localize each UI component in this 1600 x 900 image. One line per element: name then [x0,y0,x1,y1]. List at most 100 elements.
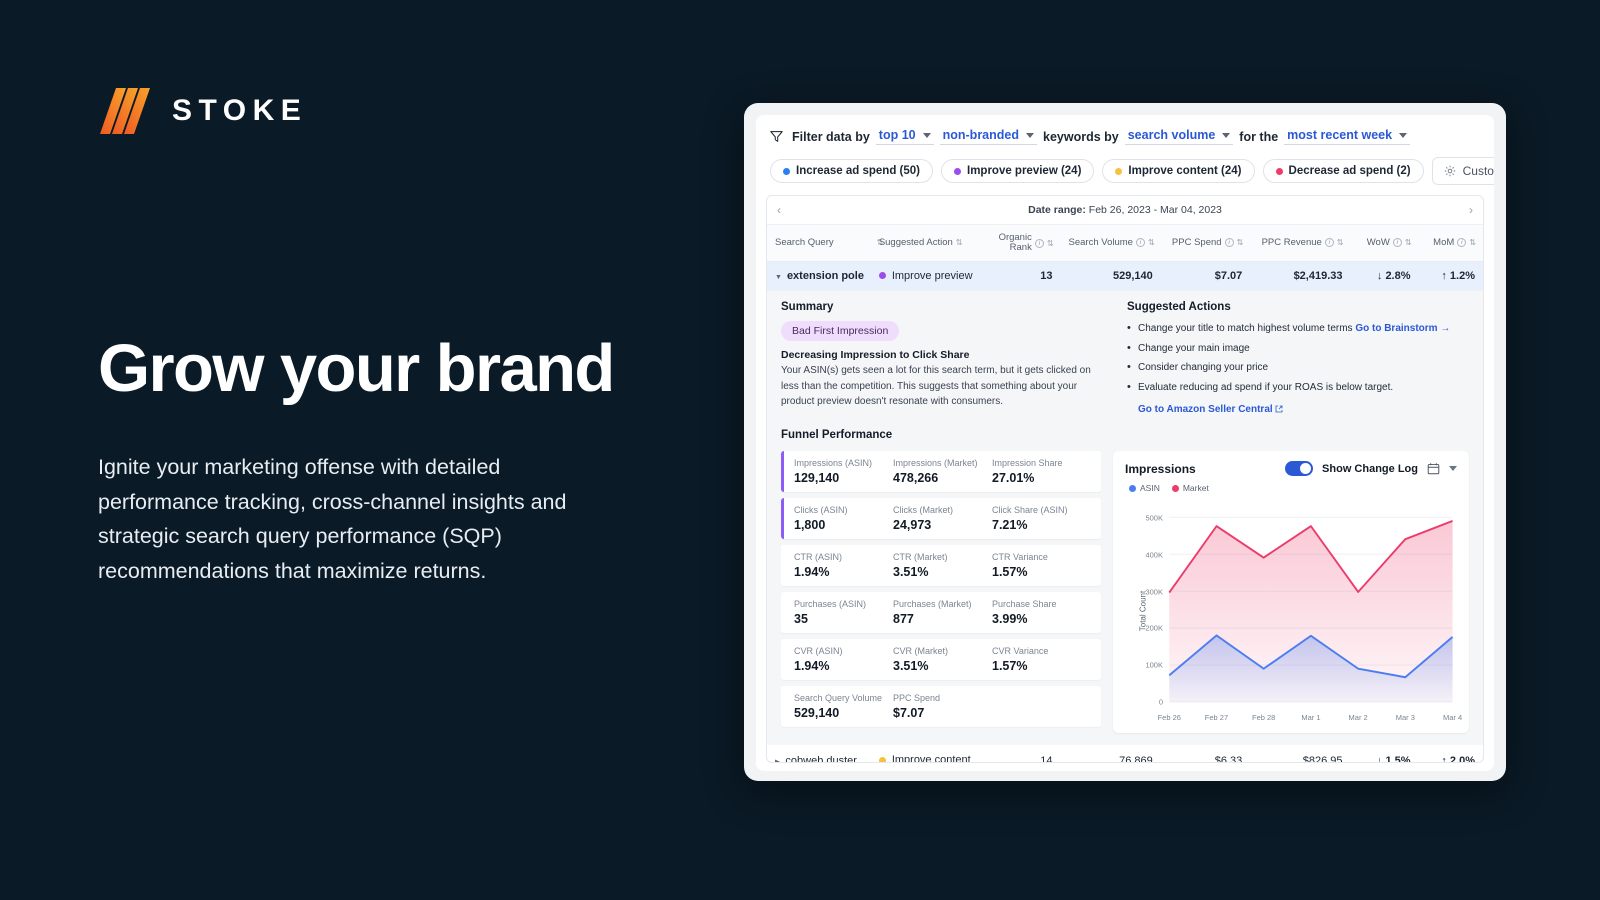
chip-decrease-ad-spend[interactable]: Decrease ad spend (2) [1262,159,1424,183]
legend-item-asin: ASIN [1129,483,1160,493]
status-dot [878,756,886,762]
wow-value: 1.5% [1385,754,1411,763]
sort-icon[interactable]: ⇅ [956,238,963,247]
metric-cell: CVR Variance 1.57% [992,646,1091,673]
suggested-actions-heading: Suggested Actions [1127,301,1231,314]
metric-label: Clicks (ASIN) [794,505,848,516]
metric-value: 1.94% [794,565,830,580]
chevron-down-icon[interactable] [1449,466,1457,472]
metric-label: CTR Variance [992,552,1048,563]
show-change-log-toggle[interactable] [1285,461,1314,477]
filter-select-branded[interactable]: non-branded [939,128,1037,145]
customize-button[interactable]: Customize [1431,157,1494,185]
app-window: Filter data by top 10 non-branded keywor… [744,103,1506,781]
info-icon[interactable]: i [1457,238,1467,248]
list-item: Consider changing your price [1127,359,1469,376]
metric-value: 27.01% [992,471,1035,486]
metric-label: Impressions (ASIN) [794,458,873,469]
column-header-suggested-action[interactable]: Suggested Action ⇅ [870,225,982,262]
cell-search-query[interactable]: ▶ cobweb duster [767,745,871,763]
legend-item-market: Market [1171,483,1209,493]
chart-title: Impressions [1125,461,1196,476]
column-label: PPC Spend [1171,237,1222,249]
sort-icon[interactable]: ⇅ [1405,238,1412,247]
table-header-row: Search Query ⇅ Suggested Action ⇅ Organi… [767,225,1483,262]
info-icon[interactable]: i [1324,238,1334,248]
column-header-organic-rank[interactable]: Organic Rank i ⇅ [981,225,1061,262]
status-dot [878,272,886,280]
metric-label: CVR Variance [992,646,1049,657]
chip-improve-content[interactable]: Improve content (24) [1102,159,1255,183]
funnel-icon [770,130,783,143]
go-to-seller-central-link[interactable]: Go to Amazon Seller Central [1138,404,1283,415]
calendar-icon[interactable] [1427,462,1440,475]
metric-label: Click Share (ASIN) [992,505,1068,516]
expand-triangle-icon[interactable]: ▼ [775,274,782,281]
metric-label: CVR (Market) [893,646,949,657]
chart-plot-area: Total Count 0 100K 200K 300K 400K 500K F… [1125,495,1462,727]
info-icon[interactable]: i [1224,238,1234,248]
column-header-mom[interactable]: MoM i ⇅ [1418,225,1483,262]
column-header-ppc-spend[interactable]: PPC Spend i ⇅ [1160,225,1251,262]
summary-badge: Bad First Impression [781,321,900,342]
filter-select-period[interactable]: most recent week [1284,128,1411,145]
info-icon[interactable]: i [1135,238,1145,248]
go-to-brainstorm-link[interactable]: Go to Brainstorm → [1355,323,1450,334]
date-range-bar: ‹ Date range: Feb 26, 2023 - Mar 04, 202… [767,196,1483,225]
cell-search-volume: 529,140 [1060,261,1161,292]
metric-cell-empty [992,693,1091,720]
impressions-chart-card: Impressions Show Change Log ASIN Market … [1113,451,1469,734]
metric-cell: Search Query Volume 529,140 [794,693,893,720]
column-header-search-query[interactable]: Search Query ⇅ [767,225,883,262]
funnel-card-clicks: Clicks (ASIN) 1,800 Clicks (Market) 24,973… [781,498,1101,540]
metric-label: PPC Spend [893,693,941,704]
x-axis-tick: Mar 2 [1348,713,1368,723]
metric-label: CTR (ASIN) [794,552,842,563]
info-icon[interactable]: i [1392,238,1402,248]
summary-body: Your ASIN(s) gets seen a lot for this se… [781,365,1091,408]
cell-ppc-revenue: $826.95 [1250,745,1351,762]
toggle-label: Show Change Log [1322,462,1418,475]
x-axis-tick: Feb 27 [1204,713,1229,723]
filter-label-prefix: Filter data by [792,129,870,144]
chip-label: Increase ad spend (50) [796,165,920,177]
chip-increase-ad-spend[interactable]: Increase ad spend (50) [770,159,933,183]
filter-select-metric[interactable]: search volume [1124,128,1234,145]
chip-label: Improve content (24) [1128,165,1242,177]
expand-triangle-icon[interactable]: ▶ [775,758,780,762]
metric-cell: Purchases (Market) 877 [893,599,992,626]
filter-label-middle: keywords by [1043,129,1119,144]
metric-cell: Clicks (Market) 24,973 [893,505,992,532]
stoke-flame-bars-icon [98,88,150,134]
arrow-right-icon: → [1440,323,1451,335]
status-dot [954,167,961,175]
sort-icon[interactable]: ⇅ [1148,238,1155,247]
column-header-search-volume[interactable]: Search Volume i ⇅ [1060,225,1161,262]
chip-improve-preview[interactable]: Improve preview (24) [941,159,1095,183]
mom-value: 2.0% [1449,754,1475,763]
sort-icon[interactable]: ⇅ [1469,238,1476,247]
sort-icon[interactable]: ⇅ [1337,238,1344,247]
cell-suggested-action: Improve content [870,745,982,762]
legend-dot [1171,484,1179,492]
table-row[interactable]: ▶ cobweb duster Improve content 14 76,869… [767,745,1483,763]
info-icon[interactable]: i [1034,238,1044,248]
column-label: PPC Revenue [1261,237,1322,249]
table-row-expanded[interactable]: ▼ extension pole Improve preview 13 529,1… [767,261,1483,292]
filter-select-top[interactable]: top 10 [875,128,934,145]
column-header-wow[interactable]: WoW i ⇅ [1350,225,1419,262]
column-header-ppc-revenue[interactable]: PPC Revenue i ⇅ [1250,225,1351,262]
sort-icon[interactable]: ⇅ [1237,238,1244,247]
chevron-down-icon [922,132,931,138]
funnel-heading: Funnel Performance [781,429,893,442]
cell-search-query[interactable]: ▼ extension pole [767,261,871,292]
next-range-button[interactable]: › [1459,203,1473,217]
prev-range-button[interactable]: ‹ [777,203,791,217]
metric-cell: Impressions (Market) 478,266 [893,458,992,485]
sort-icon[interactable]: ⇅ [1047,239,1054,248]
metric-value: 1.57% [992,565,1028,580]
results-table-rows: ▶ cobweb duster Improve content 14 76,869… [767,745,1483,763]
brand-logo: STOKE [98,88,718,134]
cell-ppc-revenue: $2,419.33 [1250,261,1351,292]
query-text: cobweb duster [785,754,857,763]
